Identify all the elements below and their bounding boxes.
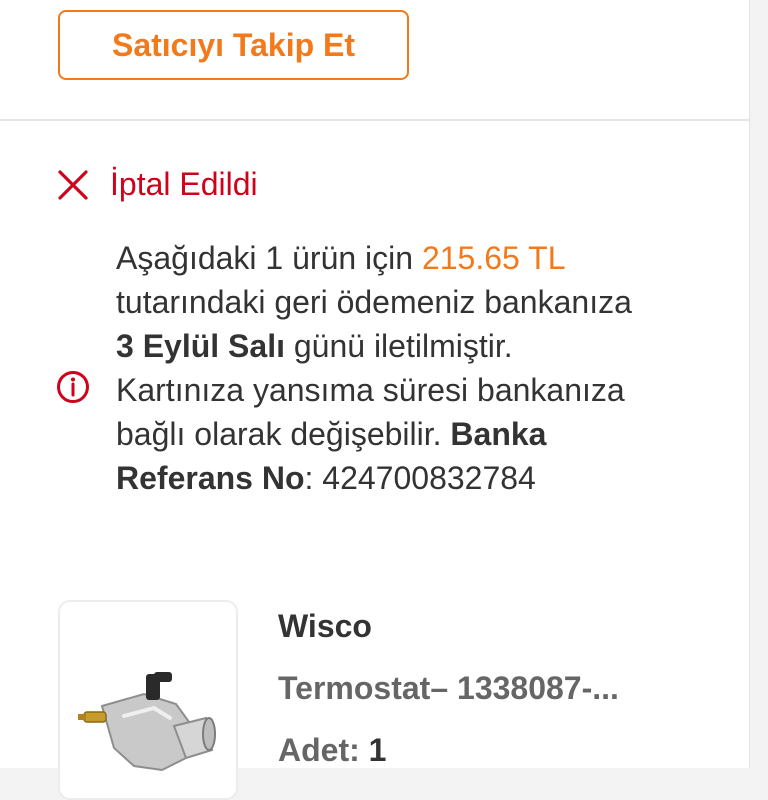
status-label: İptal Edildi — [110, 166, 258, 202]
follow-seller-label: Satıcıyı Takip Et — [111, 26, 356, 63]
product-brand[interactable]: Wisco — [278, 608, 372, 645]
divider — [0, 119, 750, 121]
quantity-label: Adet: — [278, 732, 369, 768]
refund-message: Aşağıdaki 1 ürün için 215.65 TL tutarınd… — [116, 236, 636, 500]
order-status: İptal Edildi — [56, 166, 258, 203]
product-name[interactable]: Termostat– 1338087-... — [278, 670, 718, 707]
close-icon — [58, 169, 88, 200]
order-card: Satıcıyı Takip Et İptal Edildi Aşağıdaki… — [0, 0, 750, 800]
refund-date: 3 Eylül Salı — [116, 328, 285, 364]
thermostat-image — [78, 672, 216, 772]
follow-seller-button[interactable]: Satıcıyı Takip Et — [58, 10, 409, 80]
message-text: tutarındaki geri ödemeniz bankanıza — [116, 284, 632, 320]
bank-reference-number: 424700832784 — [322, 460, 536, 496]
product-quantity: Adet: 1 — [278, 732, 386, 769]
refund-amount: 215.65 TL — [421, 240, 565, 276]
info-icon — [57, 371, 89, 403]
product-image[interactable] — [58, 600, 238, 800]
message-text: : — [304, 460, 323, 496]
quantity-value: 1 — [368, 732, 387, 768]
message-text: Aşağıdaki 1 ürün için — [116, 240, 422, 276]
